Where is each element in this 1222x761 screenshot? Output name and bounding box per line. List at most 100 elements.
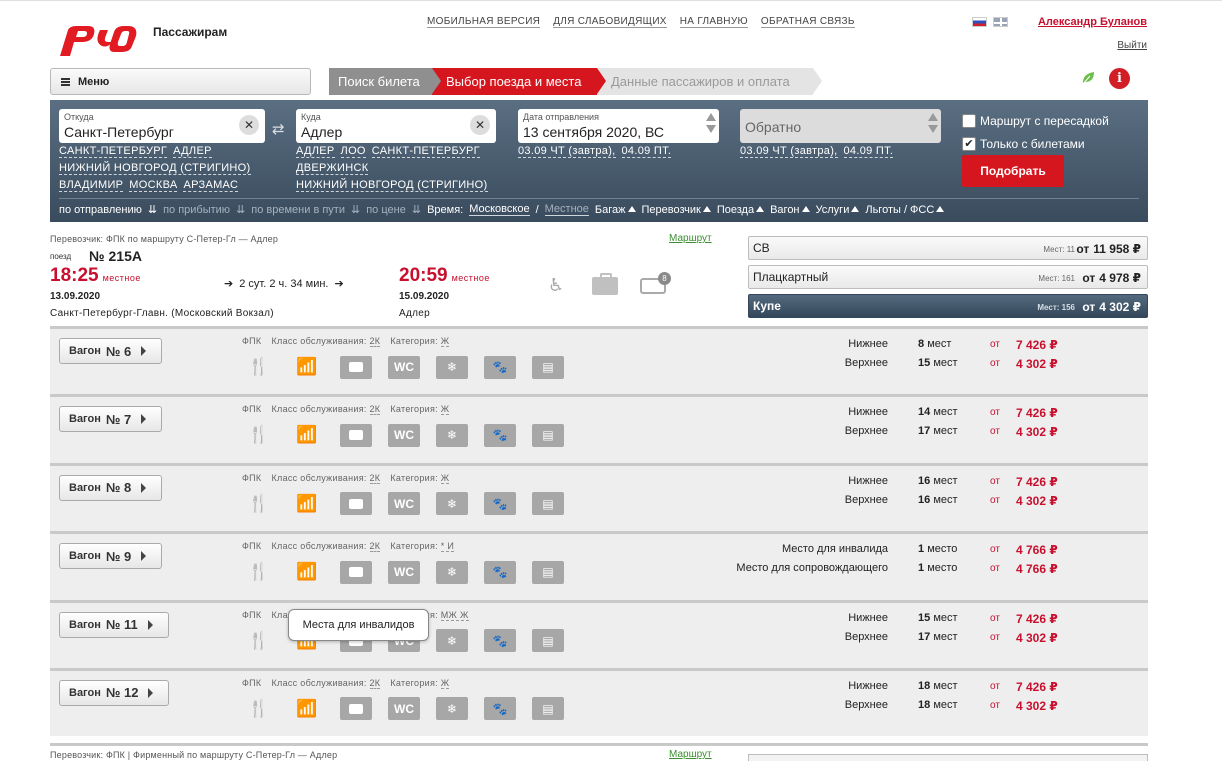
filter-trains[interactable]: Поезда — [717, 204, 765, 216]
filter-wagons[interactable]: Вагон — [770, 204, 810, 216]
quick-city[interactable]: ЛОО — [340, 145, 366, 158]
seat-row[interactable]: Нижнее 16 мест от 7 426 ₽ — [670, 475, 1110, 495]
quick-date[interactable]: 03.09 ЧТ (завтра), — [740, 145, 838, 158]
quick-date[interactable]: 04.09 ПТ. — [843, 145, 894, 158]
quick-city[interactable]: САНКТ-ПЕТЕРБУРГ — [371, 145, 480, 158]
seat-row[interactable]: Нижнее 18 мест от 7 426 ₽ — [670, 680, 1110, 700]
luggage-icon[interactable] — [340, 492, 372, 516]
wagon-button[interactable]: Вагон № 9 — [59, 543, 162, 570]
quick-city[interactable]: АДЛЕР — [296, 145, 335, 158]
class-kupe-button[interactable]: Купе Мест: 156 от 4 302 ₽ — [748, 294, 1148, 318]
sort-by-price[interactable]: по цене — [366, 204, 406, 216]
rzd-logo-icon[interactable] — [56, 22, 140, 60]
wagon-button[interactable]: Вагон № 11 — [59, 611, 169, 638]
quick-city[interactable]: НИЖНИЙ НОВГОРОД (СТРИГИНО) — [59, 162, 251, 175]
service-class-value[interactable]: 2К — [369, 336, 381, 347]
linen-icon[interactable]: ▤ — [532, 492, 564, 516]
seat-row[interactable]: Нижнее 15 мест от 7 426 ₽ — [670, 612, 1110, 632]
info-icon[interactable]: i — [1109, 68, 1130, 89]
link-mobile-version[interactable]: МОБИЛЬНАЯ ВЕРСИЯ — [427, 16, 541, 28]
date-field[interactable]: Дата отправления 13 сентября 2020, ВС — [518, 109, 719, 143]
food-icon[interactable]: 🍴 — [244, 357, 269, 377]
air-conditioning-icon[interactable]: ❄ — [436, 492, 468, 516]
tickets-only-checkbox[interactable]: ✔ Только с билетами — [962, 132, 1109, 155]
wagon-button[interactable]: Вагон № 12 — [59, 679, 169, 706]
clear-from-icon[interactable]: ✕ — [239, 115, 259, 135]
category-value[interactable]: * И — [440, 541, 455, 553]
service-class-value[interactable]: 2К — [369, 677, 381, 689]
linen-icon[interactable]: ▤ — [532, 423, 564, 447]
clear-to-icon[interactable]: ✕ — [470, 115, 490, 135]
flag-en-icon[interactable] — [993, 17, 1008, 27]
time-local[interactable]: Местное — [544, 203, 589, 216]
spinner-up-icon[interactable] — [928, 113, 938, 121]
wagon-button[interactable]: Вагон № 6 — [59, 338, 162, 364]
to-value[interactable]: Адлер — [301, 124, 342, 140]
link-low-vision[interactable]: ДЛЯ СЛАБОВИДЯЩИХ — [553, 16, 667, 28]
category-value[interactable]: МЖ Ж — [440, 609, 469, 621]
service-class-value[interactable]: 2К — [369, 541, 381, 553]
link-feedback[interactable]: ОБРАТНАЯ СВЯЗЬ — [760, 16, 855, 28]
food-icon[interactable]: 🍴 — [244, 562, 269, 582]
category-value[interactable]: Ж — [440, 472, 450, 484]
luggage-icon[interactable] — [340, 423, 372, 447]
from-field[interactable]: Откуда Санкт-Петербург ✕ — [59, 109, 265, 143]
category-value[interactable]: Ж — [440, 677, 450, 689]
menu-button[interactable]: Меню — [50, 68, 311, 95]
air-conditioning-icon[interactable]: ❄ — [436, 560, 468, 584]
service-class-value[interactable]: 2К — [369, 404, 381, 416]
spinner-down-icon[interactable] — [928, 125, 938, 133]
route-link[interactable]: Маршрут — [669, 233, 712, 244]
pets-icon[interactable]: 🐾 — [484, 697, 516, 721]
chart-icon[interactable]: 📶 — [292, 699, 317, 719]
return-date-field[interactable]: Обратно — [740, 109, 941, 143]
chart-icon[interactable]: 📶 — [292, 425, 317, 445]
wagon-button[interactable]: Вагон № 7 — [59, 406, 162, 433]
filter-benefits[interactable]: Льготы / ФСС — [865, 204, 945, 216]
class-platzkart-button[interactable]: Плацкартный Мест: 161 от 4 978 ₽ — [748, 265, 1148, 289]
quick-city[interactable]: ДВЕРЖИНСК — [296, 162, 369, 175]
return-date-placeholder[interactable]: Обратно — [745, 119, 801, 135]
link-home[interactable]: НА ГЛАВНУЮ — [679, 16, 748, 28]
to-field[interactable]: Куда Адлер ✕ — [296, 109, 496, 143]
filter-services[interactable]: Услуги — [816, 204, 860, 216]
luggage-icon[interactable] — [340, 697, 372, 721]
seat-row[interactable]: Верхнее 17 мест от 4 302 ₽ — [670, 631, 1110, 651]
return-spinner[interactable] — [928, 113, 938, 133]
pets-icon[interactable]: 🐾 — [484, 492, 516, 516]
wc-icon[interactable]: WC — [388, 492, 420, 516]
seat-row[interactable]: Нижнее 8 мест от 7 426 ₽ — [670, 338, 1110, 358]
air-conditioning-icon[interactable]: ❄ — [436, 629, 468, 653]
quick-city[interactable]: АРЗАМАС — [183, 179, 239, 192]
seat-row[interactable]: Нижнее 14 мест от 7 426 ₽ — [670, 406, 1110, 426]
wc-icon[interactable]: WC — [388, 423, 420, 447]
quick-city[interactable]: ВЛАДИМИР — [59, 179, 124, 192]
quick-city[interactable]: САНКТ-ПЕТЕРБУРГ — [59, 145, 168, 158]
food-icon[interactable]: 🍴 — [244, 494, 269, 514]
seat-row[interactable]: Верхнее 16 мест от 4 302 ₽ — [670, 494, 1110, 514]
chart-icon[interactable]: 📶 — [292, 494, 317, 514]
seat-row[interactable]: Место для сопровождающего 1 место от 4 7… — [670, 562, 1110, 582]
logout-link[interactable]: Выйти — [1117, 40, 1147, 51]
spinner-down-icon[interactable] — [706, 125, 716, 133]
route-link[interactable]: Маршрут — [669, 749, 712, 760]
seat-row[interactable]: Верхнее 15 мест от 4 302 ₽ — [670, 357, 1110, 377]
class-sv-button[interactable]: СВ Мест: 11 от 11 958 ₽ — [748, 236, 1148, 260]
user-name-link[interactable]: Александр Буланов — [1038, 16, 1147, 28]
category-value[interactable]: Ж — [440, 336, 450, 347]
luggage-icon[interactable] — [340, 355, 372, 379]
pets-icon[interactable]: 🐾 — [484, 560, 516, 584]
air-conditioning-icon[interactable]: ❄ — [436, 355, 468, 379]
wc-icon[interactable]: WC — [388, 560, 420, 584]
quick-date[interactable]: 03.09 ЧТ (завтра), — [518, 145, 616, 158]
date-spinner[interactable] — [706, 113, 716, 133]
transfer-checkbox[interactable]: Маршрут с пересадкой — [962, 109, 1109, 132]
from-value[interactable]: Санкт-Петербург — [64, 124, 174, 140]
category-value[interactable]: Ж — [440, 404, 450, 416]
food-icon[interactable]: 🍴 — [244, 631, 269, 651]
linen-icon[interactable]: ▤ — [532, 697, 564, 721]
spinner-up-icon[interactable] — [706, 113, 716, 121]
chart-icon[interactable]: 📶 — [292, 357, 317, 377]
step-search[interactable]: Поиск билета — [329, 68, 441, 95]
sort-by-travel-time[interactable]: по времени в пути — [251, 204, 345, 216]
